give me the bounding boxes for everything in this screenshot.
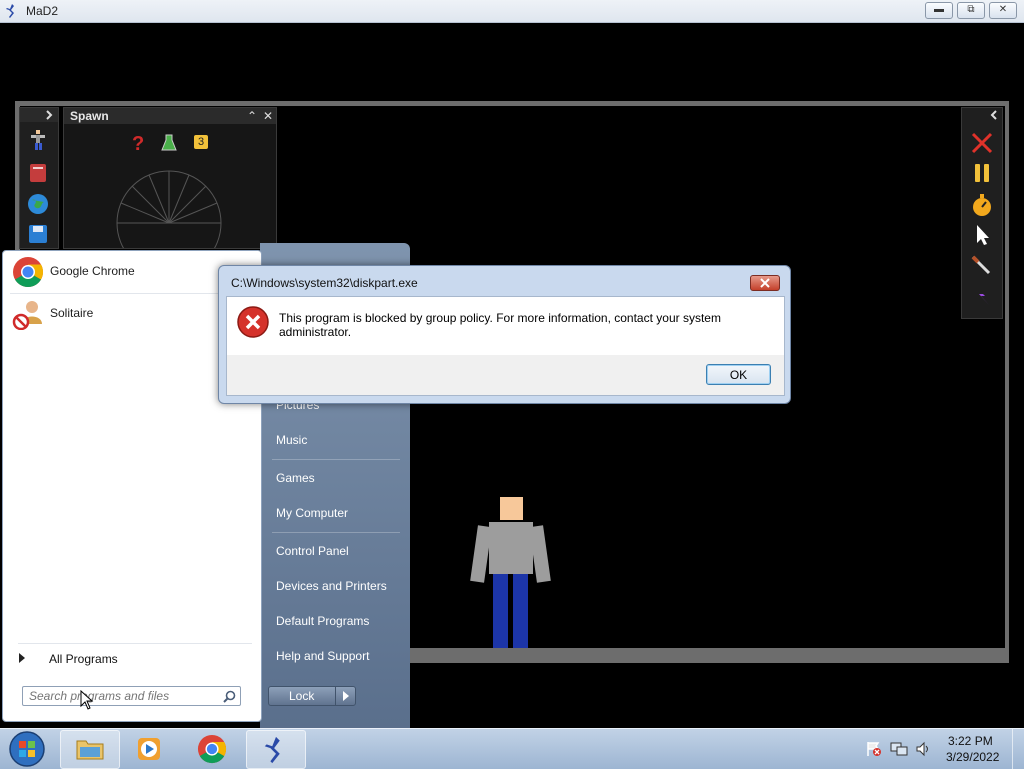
stopwatch-icon[interactable] <box>969 192 995 218</box>
book-icon[interactable] <box>26 161 50 185</box>
ferris-wheel-preview[interactable] <box>104 163 234 248</box>
svg-text:?: ? <box>132 133 144 154</box>
divider <box>272 532 400 533</box>
search-input[interactable] <box>29 689 214 703</box>
media-player-icon <box>138 738 160 760</box>
dialog-footer: OK <box>226 355 785 396</box>
divider <box>18 643 252 644</box>
start-item-control-panel[interactable]: Control Panel <box>276 544 349 558</box>
ragdoll-tool-icon[interactable] <box>26 128 50 152</box>
pause-icon[interactable] <box>969 160 995 186</box>
spawn-panel-header: Spawn ⌃ ✕ <box>64 108 276 124</box>
divider <box>335 687 336 705</box>
flask-icon[interactable] <box>160 133 178 153</box>
start-item-games[interactable]: Games <box>276 471 315 485</box>
start-item-help-and-support[interactable]: Help and Support <box>276 649 369 663</box>
solitaire-icon <box>12 301 42 330</box>
lock-options-arrow-icon[interactable] <box>342 691 350 701</box>
lightning-icon[interactable] <box>969 282 995 308</box>
spawn-panel-title: Spawn <box>70 109 109 123</box>
program-label: Google Chrome <box>50 264 135 278</box>
arrow-right-icon <box>19 653 25 663</box>
program-label: Solitaire <box>50 306 94 320</box>
dialog-title: C:\Windows\system32\diskpart.exe <box>231 276 418 290</box>
action-center-flag-icon[interactable] <box>866 741 882 757</box>
error-dialog: C:\Windows\system32\diskpart.exe This pr… <box>218 265 791 404</box>
lock-label: Lock <box>289 689 315 703</box>
knife-icon[interactable] <box>969 252 995 278</box>
ok-button[interactable]: OK <box>706 364 771 385</box>
close-icon: ✕ <box>998 4 1008 15</box>
explorer-icon <box>76 740 104 760</box>
search-icon[interactable] <box>223 690 236 703</box>
volume-icon[interactable] <box>915 741 931 757</box>
all-programs-label: All Programs <box>49 652 118 666</box>
save-icon[interactable] <box>26 222 50 246</box>
globe-icon[interactable] <box>26 192 50 216</box>
network-icon[interactable] <box>890 741 908 757</box>
clock-time[interactable]: 3:22 PM <box>948 734 993 748</box>
taskbar-explorer-button[interactable] <box>60 730 120 769</box>
show-desktop-button[interactable] <box>1012 729 1024 769</box>
expand-right-icon[interactable] <box>44 110 54 120</box>
start-item-devices-and-printers[interactable]: Devices and Printers <box>276 579 387 593</box>
left-toolbar <box>19 107 59 249</box>
collapse-icon[interactable]: ⌃ <box>244 108 260 124</box>
spawn-panel: Spawn ⌃ ✕ ? 3 <box>63 107 277 249</box>
mad2-app-icon <box>6 4 14 18</box>
dialog-body: This program is blocked by group policy.… <box>226 296 785 356</box>
collapse-left-icon[interactable] <box>989 110 999 120</box>
taskbar-mad2-button[interactable] <box>246 730 306 769</box>
mouse-cursor-icon <box>80 690 94 710</box>
ragdoll-right-leg[interactable] <box>513 574 528 648</box>
restore-icon: ⧉ <box>967 4 975 15</box>
taskbar: 3:22 PM 3/29/2022 <box>0 728 1024 769</box>
close-icon <box>760 278 770 288</box>
mad2-icon <box>264 736 280 764</box>
divider <box>272 459 400 460</box>
taskbar-media-player-button[interactable] <box>120 730 178 767</box>
minimize-button[interactable]: ▬ <box>925 2 953 19</box>
close-button[interactable]: ✕ <box>989 2 1017 19</box>
ragdoll-left-leg[interactable] <box>493 574 508 648</box>
error-icon <box>237 306 269 338</box>
chrome-icon <box>13 257 44 288</box>
dialog-close-button[interactable] <box>750 275 780 291</box>
start-item-default-programs[interactable]: Default Programs <box>276 614 369 628</box>
ragdoll-head[interactable] <box>500 497 523 520</box>
chrome-icon <box>197 734 227 764</box>
panel-close-icon[interactable]: ✕ <box>260 108 276 124</box>
cursor-icon[interactable] <box>969 222 995 248</box>
ok-label: OK <box>729 368 748 382</box>
right-toolbar <box>961 107 1003 319</box>
start-item-music[interactable]: Music <box>276 433 307 447</box>
count-badge: 3 <box>194 135 208 149</box>
delete-x-icon[interactable] <box>969 130 995 156</box>
search-box[interactable] <box>22 686 241 706</box>
taskbar-chrome-button[interactable] <box>182 730 240 767</box>
app-titlebar: MaD2 ▬ ⧉ ✕ <box>0 0 1024 23</box>
all-programs-button[interactable]: All Programs <box>18 650 252 668</box>
question-mark-icon[interactable]: ? <box>128 132 148 154</box>
dialog-message: This program is blocked by group policy.… <box>279 311 721 339</box>
start-item-my-computer[interactable]: My Computer <box>276 506 348 520</box>
restore-button[interactable]: ⧉ <box>957 2 985 19</box>
ragdoll-torso[interactable] <box>489 522 533 574</box>
minimize-icon: ▬ <box>934 4 944 15</box>
app-title: MaD2 <box>26 4 59 18</box>
clock-date[interactable]: 3/29/2022 <box>946 750 999 764</box>
lock-button[interactable]: Lock <box>268 686 356 706</box>
start-orb[interactable] <box>8 730 46 768</box>
left-toolbar-header <box>20 108 58 122</box>
